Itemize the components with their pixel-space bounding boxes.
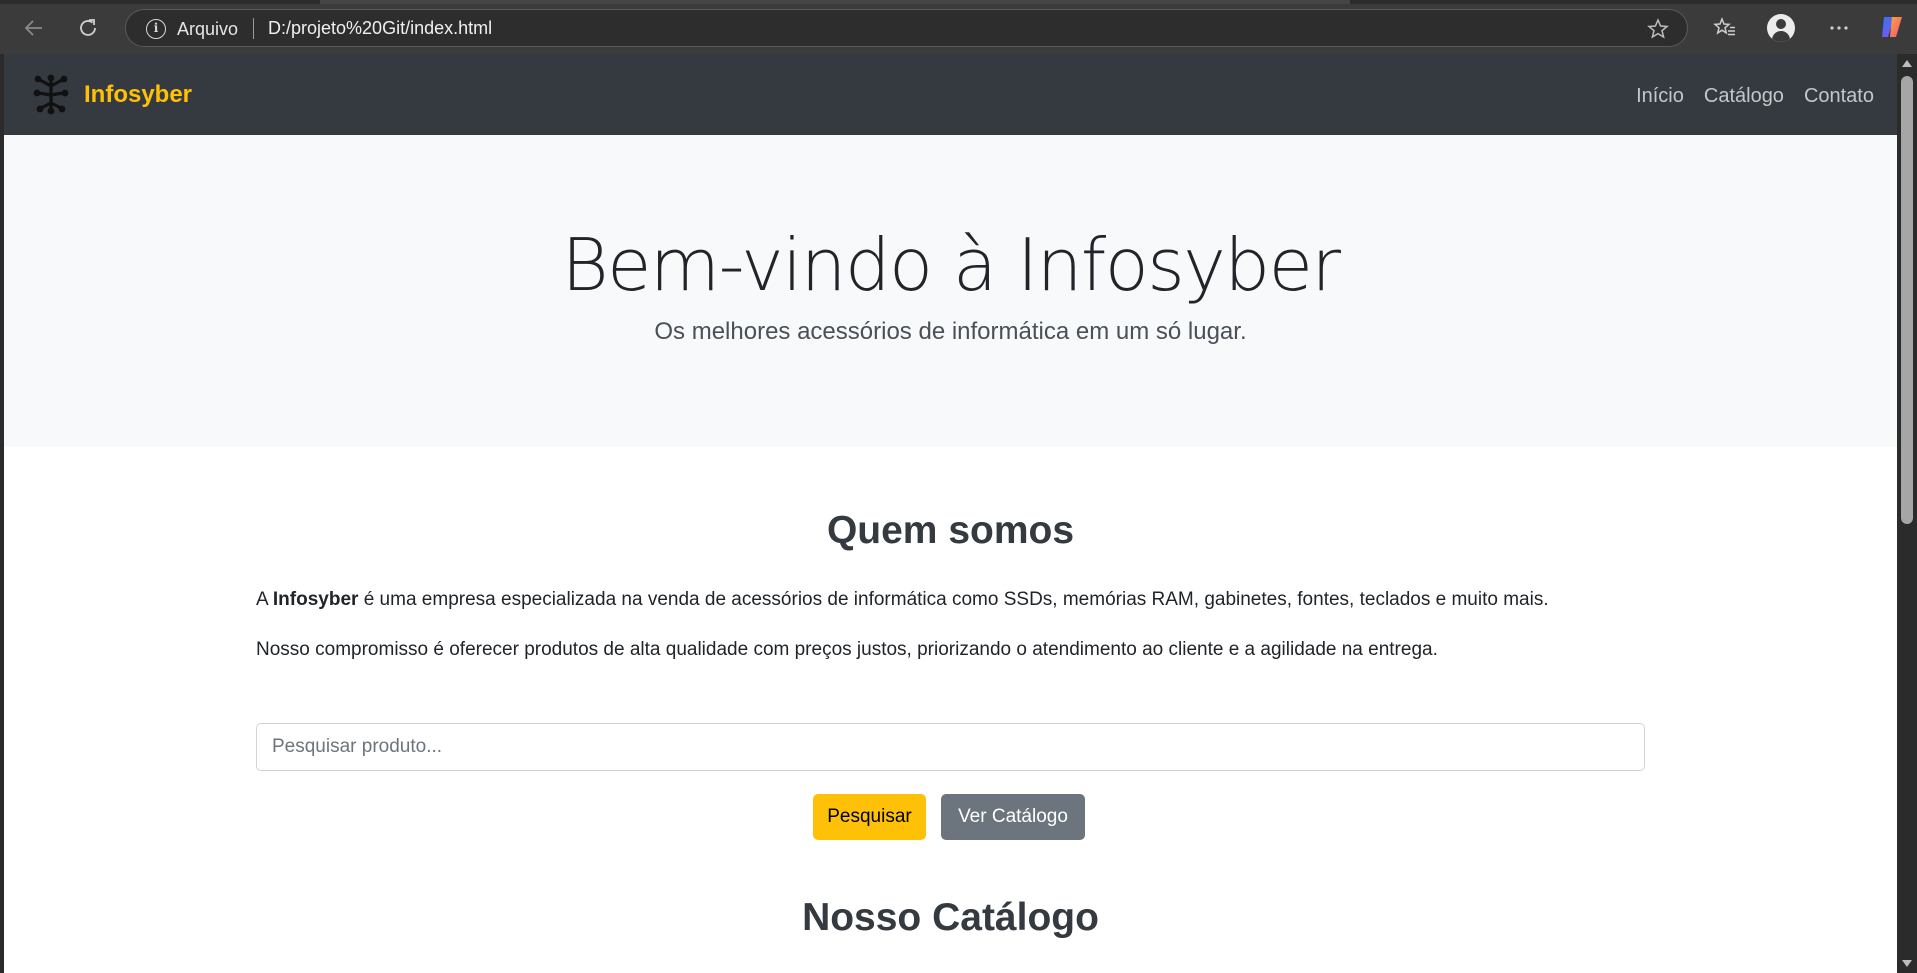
product-search-input[interactable] [256,723,1645,771]
scroll-up-arrow-icon[interactable] [1902,60,1912,67]
nav-link-inicio[interactable]: Início [1636,85,1684,108]
tab-strip[interactable] [320,0,1350,4]
page-scrollbar[interactable] [1897,54,1917,973]
about-paragraph-1: A Infosyber é uma empresa especializada … [256,589,1656,611]
page-viewport: Infosyber Início Catálogo Contato Bem-vi… [4,54,1897,973]
about-p1-brand: Infosyber [272,589,359,610]
back-icon[interactable] [18,12,50,44]
nav-link-contato[interactable]: Contato [1804,85,1874,108]
catalog-title: Nosso Catálogo [802,896,1099,939]
search-button[interactable]: Pesquisar [813,794,926,840]
scroll-down-arrow-icon[interactable] [1902,960,1912,967]
more-icon[interactable] [1823,12,1855,44]
scrollbar-thumb[interactable] [1901,76,1913,524]
about-paragraph-2: Nosso compromisso é oferecer produtos de… [256,639,1438,660]
info-icon[interactable]: i [146,19,166,39]
about-p1-prefix: A [256,589,273,610]
hero-section: Bem-vindo à Infosyber Os melhores acessó… [4,135,1897,447]
view-catalog-button[interactable]: Ver Catálogo [941,794,1085,840]
refresh-icon[interactable] [72,12,104,44]
about-p1-rest: é uma empresa especializada na venda de … [358,589,1549,610]
favorites-icon[interactable] [1709,12,1741,44]
hero-title: Bem-vindo à Infosyber [561,223,1341,307]
address-origin: Arquivo [177,19,239,39]
address-separator [253,18,254,39]
browser-toolbar: i Arquivo D:/projeto%20Git/index.html [0,0,1917,54]
hero-subtitle: Os melhores acessórios de informática em… [654,318,1247,345]
copilot-icon[interactable] [1878,13,1906,41]
nav-link-catalogo[interactable]: Catálogo [1704,85,1784,108]
star-icon[interactable] [1647,18,1669,45]
nav-links: Início Catálogo Contato [1636,85,1874,108]
site-navbar: Infosyber Início Catálogo Contato [4,54,1897,135]
circuit-logo-icon[interactable] [31,73,71,115]
profile-icon[interactable] [1767,14,1795,42]
brand-name[interactable]: Infosyber [84,81,192,109]
address-bar[interactable]: i Arquivo D:/projeto%20Git/index.html [125,9,1688,47]
about-title: Quem somos [826,509,1075,552]
address-url[interactable]: D:/projeto%20Git/index.html [268,18,492,39]
